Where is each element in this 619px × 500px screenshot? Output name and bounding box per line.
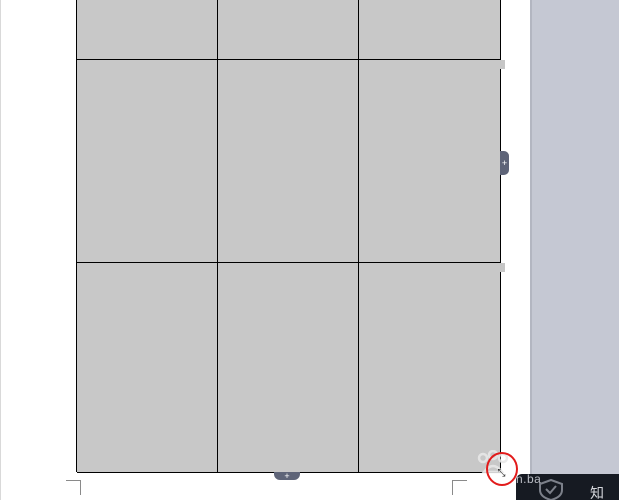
page-margin-corner-mark <box>66 480 81 495</box>
table-cell[interactable] <box>359 60 501 263</box>
row-boundary-handle[interactable] <box>500 60 505 69</box>
insert-row-button[interactable]: + <box>500 151 509 175</box>
table-cell[interactable] <box>218 0 359 60</box>
table-cell[interactable] <box>359 263 501 473</box>
table-cell[interactable] <box>77 263 218 473</box>
table[interactable] <box>76 0 501 473</box>
plus-icon: + <box>284 471 290 481</box>
table-cell[interactable] <box>77 0 218 60</box>
watermark-suffix: 知 <box>590 486 604 500</box>
workspace-background <box>532 0 619 500</box>
page-margin-corner-mark <box>452 480 467 495</box>
row-boundary-handle[interactable] <box>500 263 505 272</box>
table-cell[interactable] <box>359 0 501 60</box>
insert-column-button[interactable]: + <box>274 471 300 481</box>
plus-icon: + <box>501 158 508 168</box>
table-cell[interactable] <box>77 60 218 263</box>
annotation-circle <box>486 452 518 486</box>
table-cell[interactable] <box>218 263 359 473</box>
shield-icon <box>539 478 563 500</box>
table-cell[interactable] <box>218 60 359 263</box>
page-edge <box>0 0 1 500</box>
